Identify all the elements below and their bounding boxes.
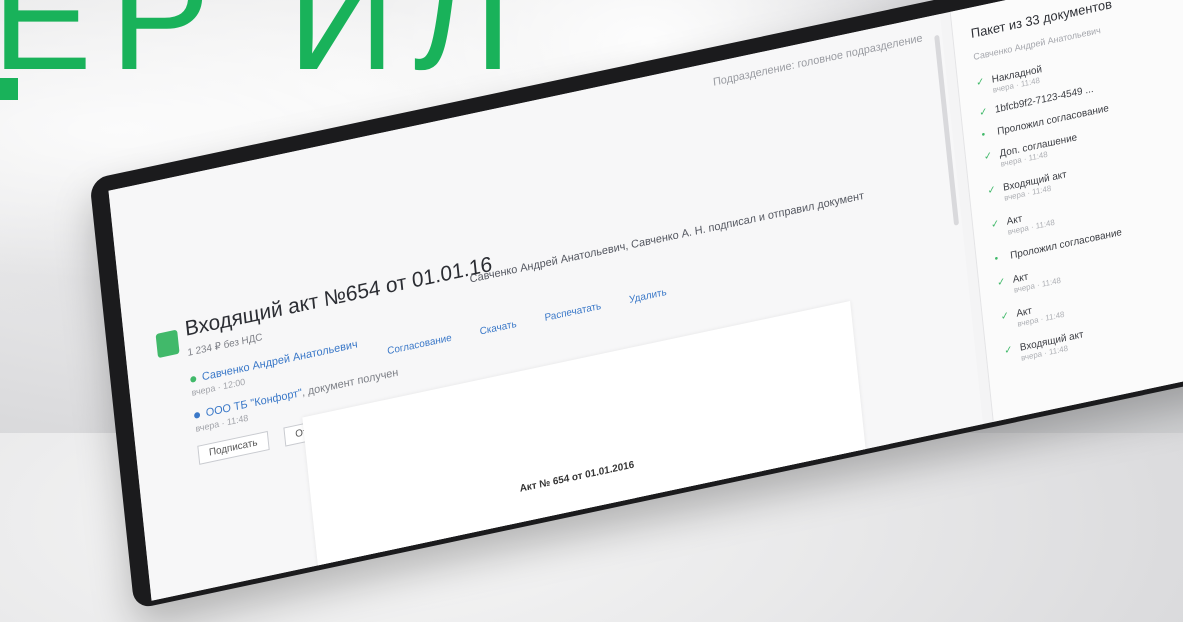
check-icon: ✓ bbox=[1000, 310, 1010, 324]
bullet-icon: • bbox=[994, 253, 999, 266]
package-item[interactable]: ✓ Входящий акт вчера · 11:48 bbox=[1004, 329, 1085, 366]
package-item[interactable]: ✓ Доп. соглашение вчера · 11:48 bbox=[983, 132, 1078, 172]
laptop-screen: Подразделение: головное подразделение Вх… bbox=[108, 0, 1183, 601]
status-dot-icon bbox=[190, 375, 197, 383]
package-item[interactable]: ✓ Акт вчера · 11:48 bbox=[991, 207, 1056, 240]
bullet-icon: • bbox=[981, 129, 986, 142]
package-item[interactable]: ✓ Акт вчера · 11:48 bbox=[997, 265, 1062, 298]
action-delete-link[interactable]: Удалить bbox=[629, 287, 668, 306]
document-preview-heading: Акт № 654 от 01.01.2016 bbox=[519, 459, 635, 495]
check-icon: ✓ bbox=[978, 106, 989, 120]
action-download-link[interactable]: Скачать bbox=[479, 319, 517, 338]
history-row-text: , документ получен bbox=[301, 366, 399, 399]
action-approve-link[interactable]: Согласование bbox=[387, 333, 452, 358]
check-icon: ✓ bbox=[996, 276, 1007, 290]
laptop: Подразделение: головное подразделение Вх… bbox=[18, 0, 1183, 610]
document-title: Входящий акт №654 от 01.01.16 bbox=[183, 252, 494, 341]
sign-button[interactable]: Подписать bbox=[197, 431, 270, 465]
check-icon: ✓ bbox=[975, 76, 985, 90]
document-icon bbox=[155, 329, 180, 359]
signed-notice: Савченко Андрей Анатольевич, Савченко А.… bbox=[469, 189, 865, 286]
check-icon: ✓ bbox=[990, 218, 1000, 232]
package-sidepanel: Пакет из 33 документов Савченко Андрей А… bbox=[949, 0, 1183, 422]
document-view: Подразделение: головное подразделение Вх… bbox=[108, 14, 984, 601]
green-accent-bar bbox=[0, 78, 18, 100]
package-item[interactable]: ✓ Акт вчера · 11:48 bbox=[1000, 299, 1065, 332]
action-print-link[interactable]: Распечатать bbox=[544, 301, 602, 324]
check-icon: ✓ bbox=[1003, 344, 1014, 358]
package-item[interactable]: ✓ Накладной вчера · 11:48 bbox=[976, 64, 1044, 98]
package-item[interactable]: ✓ Входящий акт вчера · 11:48 bbox=[987, 169, 1068, 206]
status-dot-icon bbox=[193, 411, 201, 419]
check-icon: ✓ bbox=[983, 150, 993, 164]
check-icon: ✓ bbox=[986, 184, 997, 198]
